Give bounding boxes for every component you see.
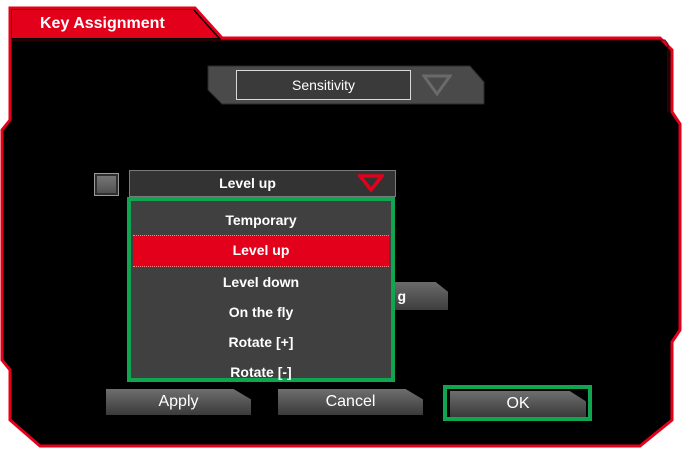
dropdown-option-on-the-fly[interactable]: On the fly [133, 297, 389, 327]
cancel-button[interactable]: Cancel [278, 389, 423, 415]
function-select[interactable]: Level up [129, 170, 396, 197]
key-assignment-dialog: Key Assignment Sensitivity Level up g Te… [0, 0, 682, 449]
chevron-down-icon[interactable] [358, 174, 384, 192]
window-title: Key Assignment [40, 15, 165, 32]
ok-button[interactable]: OK [450, 391, 586, 417]
ok-button-highlight: OK [443, 385, 592, 421]
dropdown-menu: Temporary Level up Level down On the fly… [127, 197, 395, 382]
chevron-down-icon[interactable] [422, 74, 452, 96]
dropdown-option-rotate-plus[interactable]: Rotate [+] [133, 327, 389, 357]
dropdown-option-level-up[interactable]: Level up [133, 235, 389, 267]
function-select-value: Level up [219, 175, 276, 191]
partially-hidden-button-label: g [397, 288, 406, 304]
mode-select[interactable]: Sensitivity [236, 70, 411, 100]
dropdown-option-level-down[interactable]: Level down [133, 267, 389, 297]
enable-checkbox[interactable] [94, 173, 119, 196]
dropdown-option-temporary[interactable]: Temporary [133, 205, 389, 235]
apply-button[interactable]: Apply [106, 389, 251, 415]
dropdown-option-rotate-minus[interactable]: Rotate [-] [133, 357, 389, 387]
